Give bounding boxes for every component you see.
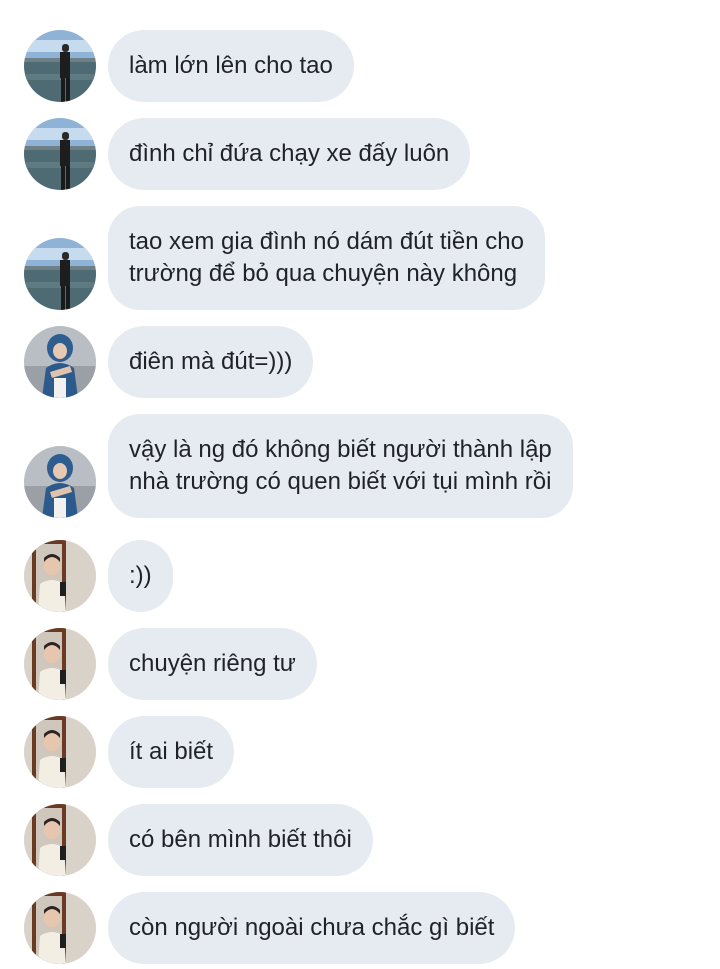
message-bubble[interactable]: tao xem gia đình nó dám đút tiền cho trư… bbox=[108, 206, 545, 310]
mirror-selfie-avatar[interactable] bbox=[24, 628, 96, 700]
avatar-image bbox=[24, 892, 96, 964]
message-bubble[interactable]: đình chỉ đứa chạy xe đấy luôn bbox=[108, 118, 471, 190]
blue-hood-photo-avatar[interactable] bbox=[24, 326, 96, 398]
mirror-selfie-avatar[interactable] bbox=[24, 716, 96, 788]
message-row: làm lớn lên cho tao bbox=[0, 30, 720, 102]
message-text: ít ai biết bbox=[129, 738, 214, 765]
message-row: vậy là ng đó không biết người thành lập … bbox=[0, 414, 720, 518]
message-row: tao xem gia đình nó dám đút tiền cho trư… bbox=[0, 206, 720, 310]
message-row: có bên mình biết thôi bbox=[0, 804, 720, 876]
lakeside-photo-avatar[interactable] bbox=[24, 238, 96, 310]
message-row: còn người ngoài chưa chắc gì biết bbox=[0, 892, 720, 964]
avatar-image bbox=[24, 716, 96, 788]
avatar-image bbox=[24, 804, 96, 876]
message-text: làm lớn lên cho tao bbox=[129, 52, 333, 79]
message-bubble[interactable]: làm lớn lên cho tao bbox=[108, 30, 354, 102]
chat-thread: làm lớn lên cho tao đình chỉ đứa chạy xe… bbox=[0, 0, 720, 969]
message-text-line: trường để bỏ qua chuyện này không bbox=[129, 260, 518, 287]
message-row: đình chỉ đứa chạy xe đấy luôn bbox=[0, 118, 720, 190]
message-row: ít ai biết bbox=[0, 716, 720, 788]
message-bubble[interactable]: chuyện riêng tư bbox=[108, 628, 317, 700]
avatar-image bbox=[24, 238, 96, 310]
message-bubble[interactable]: điên mà đút=))) bbox=[108, 326, 314, 398]
message-text-line: tao xem gia đình nó dám đút tiền cho bbox=[129, 228, 524, 255]
lakeside-photo-avatar[interactable] bbox=[24, 30, 96, 102]
message-bubble[interactable]: ít ai biết bbox=[108, 716, 235, 788]
message-text: điên mà đút=))) bbox=[129, 348, 293, 375]
mirror-selfie-avatar[interactable] bbox=[24, 892, 96, 964]
message-row: :)) bbox=[0, 540, 720, 612]
avatar-image bbox=[24, 628, 96, 700]
message-text: :)) bbox=[129, 562, 152, 589]
message-bubble[interactable]: có bên mình biết thôi bbox=[108, 804, 373, 876]
message-text-line: vậy là ng đó không biết người thành lập bbox=[129, 436, 552, 463]
blue-hood-photo-avatar[interactable] bbox=[24, 446, 96, 518]
mirror-selfie-avatar[interactable] bbox=[24, 540, 96, 612]
message-text: có bên mình biết thôi bbox=[129, 826, 352, 853]
message-text: đình chỉ đứa chạy xe đấy luôn bbox=[129, 140, 450, 167]
avatar-image bbox=[24, 30, 96, 102]
avatar-image bbox=[24, 118, 96, 190]
message-text: còn người ngoài chưa chắc gì biết bbox=[129, 914, 495, 941]
message-row: điên mà đút=))) bbox=[0, 326, 720, 398]
lakeside-photo-avatar[interactable] bbox=[24, 118, 96, 190]
message-text-line: nhà trường có quen biết với tụi mình rồi bbox=[129, 468, 552, 495]
message-bubble[interactable]: còn người ngoài chưa chắc gì biết bbox=[108, 892, 516, 964]
mirror-selfie-avatar[interactable] bbox=[24, 804, 96, 876]
message-bubble[interactable]: vậy là ng đó không biết người thành lập … bbox=[108, 414, 573, 518]
message-text: chuyện riêng tư bbox=[129, 650, 296, 677]
avatar-image bbox=[24, 326, 96, 398]
avatar-image bbox=[24, 540, 96, 612]
message-bubble[interactable]: :)) bbox=[108, 540, 173, 612]
avatar-image bbox=[24, 446, 96, 518]
message-row: chuyện riêng tư bbox=[0, 628, 720, 700]
